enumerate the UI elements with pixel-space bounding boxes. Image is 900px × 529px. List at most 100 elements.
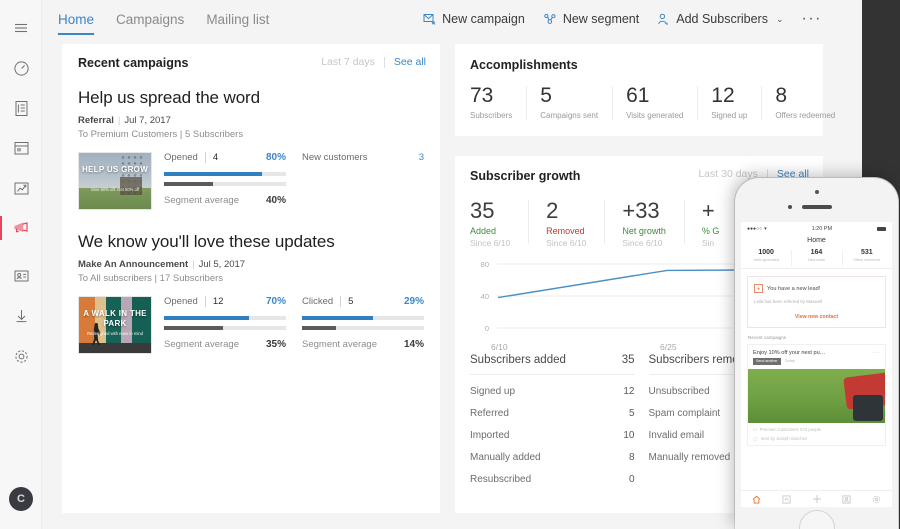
segment-average-bar-fill [164, 326, 223, 330]
accomplishment-label: Signed up [711, 111, 747, 120]
phone-mockup: ●●●○○ ▾ 1:20 PM Home 1000 Visits generat… [735, 178, 898, 529]
contacts-icon[interactable] [832, 495, 862, 504]
thumbnail-title: A WALK IN THE PARK [79, 309, 151, 329]
phone-lead-title: You have a new lead! [767, 286, 820, 292]
new-segment-button[interactable]: New segment [543, 12, 639, 26]
segment-average-label: Segment average [164, 339, 239, 350]
document-icon[interactable] [0, 88, 42, 128]
new-customers-header: New customers 3 [302, 152, 424, 163]
user-avatar[interactable]: C [9, 487, 33, 511]
tab-campaigns[interactable]: Campaigns [116, 12, 184, 35]
thumbnail-subtitle: Redesigned with ease in mind [79, 331, 151, 337]
phone-campaign-date: Today [785, 359, 795, 363]
phone-camera-icon [815, 190, 819, 194]
accomplishment-offers-redeemed: 8 Offers redeemed [761, 84, 849, 120]
phone-stat-label: New leads [791, 258, 841, 262]
phone-campaign-meta2: Sent by Joseph Sanchez [761, 436, 807, 441]
download-icon[interactable] [0, 296, 42, 336]
phone-send-again-badge[interactable]: Send another [753, 358, 781, 365]
svg-text:0: 0 [485, 324, 489, 333]
added-row-value: 8 [629, 452, 635, 463]
accomplishment-visits-generated: 61 Visits generated [612, 84, 697, 120]
removed-row-label: Manually removed [649, 452, 731, 463]
campaign-card[interactable]: Help us spread the word Referral|Jul 7, … [78, 88, 424, 210]
phone-campaign-overflow-button[interactable]: ··· [872, 350, 880, 356]
campaign-metrics: Opened 12 70% Segment average 35% [164, 296, 424, 354]
growth-value: +33 [622, 198, 666, 223]
gauge-icon[interactable] [0, 48, 42, 88]
campaign-thumbnail[interactable]: A WALK IN THE PARK Redesigned with ease … [78, 296, 152, 354]
phone-view-contact-button[interactable]: View new contact [754, 314, 879, 320]
phone-stat-offers: 531 Offers redeemed [842, 249, 892, 262]
settings-icon[interactable] [862, 495, 892, 504]
calendar-icon[interactable] [0, 128, 42, 168]
tab-mailing-list[interactable]: Mailing list [206, 12, 269, 35]
chart-xtick: 6/25 [660, 342, 677, 352]
phone-page-title: Home [741, 234, 892, 249]
phone-campaign-image [748, 369, 885, 423]
overflow-menu-button[interactable]: ··· [802, 14, 822, 24]
recent-campaigns-header-actions: Last 7 days See all [321, 56, 426, 68]
subscribers-added-column: Subscribers added 35 Signed up 12 Referr… [470, 354, 635, 485]
new-campaign-icon [423, 13, 436, 25]
accomplishment-campaigns-sent: 5 Campaigns sent [526, 84, 612, 120]
segment-average-value: 14% [404, 339, 424, 350]
home-icon[interactable] [741, 495, 771, 504]
campaign-audience: To All subscribers | 17 Subscribers [78, 273, 424, 284]
metric-percent: 29% [404, 296, 424, 307]
list-item: Resubscribed 0 [470, 474, 635, 485]
phone-speaker [802, 205, 832, 209]
tab-home[interactable]: Home [58, 12, 94, 35]
phone-stat-leads: 164 New leads [791, 249, 841, 262]
chevron-down-icon[interactable]: ⌄ [776, 14, 784, 25]
battery-icon [877, 227, 886, 231]
chart-icon[interactable] [0, 168, 42, 208]
phone-campaign-card[interactable]: Enjoy 10% off your next pu… ··· Send ano… [747, 344, 886, 446]
metric-opened: Opened 12 70% Segment average 35% [164, 296, 286, 354]
phone-lead-header: ● You have a new lead! [754, 284, 879, 293]
envelope-icon: ☐ [753, 427, 757, 432]
phone-home-button[interactable] [799, 510, 835, 529]
phone-stat-label: Offers redeemed [842, 258, 892, 262]
campaign-card[interactable]: We know you'll love these updates Make A… [78, 232, 424, 354]
campaigns-icon[interactable] [771, 495, 801, 504]
thumbnail-subtitle: Give 50% off. Get 50% off [79, 187, 151, 193]
contact-card-icon[interactable] [0, 256, 42, 296]
campaign-date: Jul 5, 2017 [199, 259, 245, 270]
sidebar-item-campaigns[interactable] [0, 208, 42, 248]
campaign-name: Help us spread the word [78, 88, 424, 108]
metric-percent: 70% [266, 296, 286, 307]
phone-stat-value: 531 [842, 249, 892, 256]
new-customers-label: New customers [302, 152, 367, 163]
person-small-icon: ◯ [753, 436, 758, 441]
thumbnail-title: HELP US GROW [79, 165, 151, 175]
plus-icon[interactable] [801, 494, 831, 504]
growth-value: 2 [546, 198, 586, 223]
removed-row-label: Unsubscribed [649, 386, 710, 397]
accomplishments-card: Accomplishments 73 Subscribers 5 Campaig… [455, 44, 823, 136]
accomplishment-value: 61 [626, 84, 683, 108]
svg-text:80: 80 [481, 260, 489, 269]
metric-count: 4 [213, 152, 218, 163]
list-item: Manually added 8 [470, 452, 635, 463]
metric-header: Clicked 5 29% [302, 296, 424, 307]
new-segment-label: New segment [563, 12, 639, 26]
recent-range-label: Last 7 days [321, 56, 375, 68]
metric-footer: Segment average 40% [164, 195, 286, 206]
gear-icon[interactable] [0, 336, 42, 376]
new-campaign-button[interactable]: New campaign [423, 12, 525, 26]
accomplishment-label: Subscribers [470, 111, 512, 120]
screen: C Home Campaigns Mailing list New campai… [0, 0, 900, 529]
recent-campaigns-card: Recent campaigns Last 7 days See all Hel… [62, 44, 440, 513]
recent-see-all-link[interactable]: See all [394, 56, 426, 68]
accomplishment-label: Campaigns sent [540, 111, 598, 120]
campaign-thumbnail[interactable]: HELP US GROW Give 50% off. Get 50% off [78, 152, 152, 210]
add-subscribers-button[interactable]: Add Subscribers ⌄ [657, 12, 783, 26]
phone-new-lead-card[interactable]: ● You have a new lead! Leila has been re… [747, 276, 886, 328]
campaign-metrics: Opened 4 80% Segment average 40% [164, 152, 424, 210]
added-row-label: Resubscribed [470, 474, 531, 485]
list-item: Referred 5 [470, 408, 635, 419]
segment-average-value: 40% [266, 195, 286, 206]
phone-campaign-meta-sender: ◯ Sent by Joseph Sanchez [748, 432, 885, 445]
hamburger-icon[interactable] [0, 8, 42, 48]
